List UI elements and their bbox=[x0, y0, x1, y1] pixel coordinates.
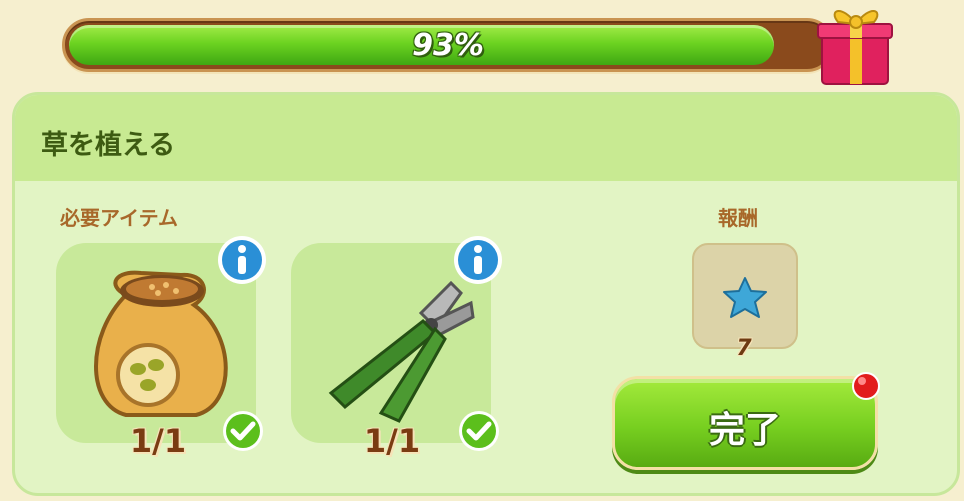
info-icon[interactable] bbox=[452, 234, 504, 286]
reward-count: 7 bbox=[736, 336, 752, 361]
panel-header: 草を植える bbox=[15, 95, 957, 181]
item-count: 1/1 bbox=[363, 422, 421, 460]
item-count: 1/1 bbox=[129, 422, 187, 460]
complete-button-label: 完了 bbox=[708, 410, 781, 451]
check-icon bbox=[459, 411, 499, 451]
progress-percent-text: 93% bbox=[412, 28, 484, 63]
info-icon[interactable] bbox=[216, 234, 268, 286]
reward-item-card[interactable] bbox=[692, 243, 798, 349]
seed-bag-icon bbox=[94, 270, 228, 417]
pruning-shears-icon bbox=[328, 280, 475, 423]
gift-box-icon[interactable] bbox=[812, 0, 898, 90]
check-icon bbox=[223, 411, 263, 451]
complete-button[interactable]: 完了 bbox=[612, 376, 878, 470]
notification-dot-icon bbox=[852, 372, 880, 400]
required-items-label: 必要アイテム bbox=[60, 206, 178, 230]
reward-label: 報酬 bbox=[718, 206, 758, 230]
quest-progress-bar: 93% bbox=[62, 18, 834, 72]
blue-star-icon bbox=[723, 277, 767, 318]
quest-title: 草を植える bbox=[41, 130, 176, 161]
